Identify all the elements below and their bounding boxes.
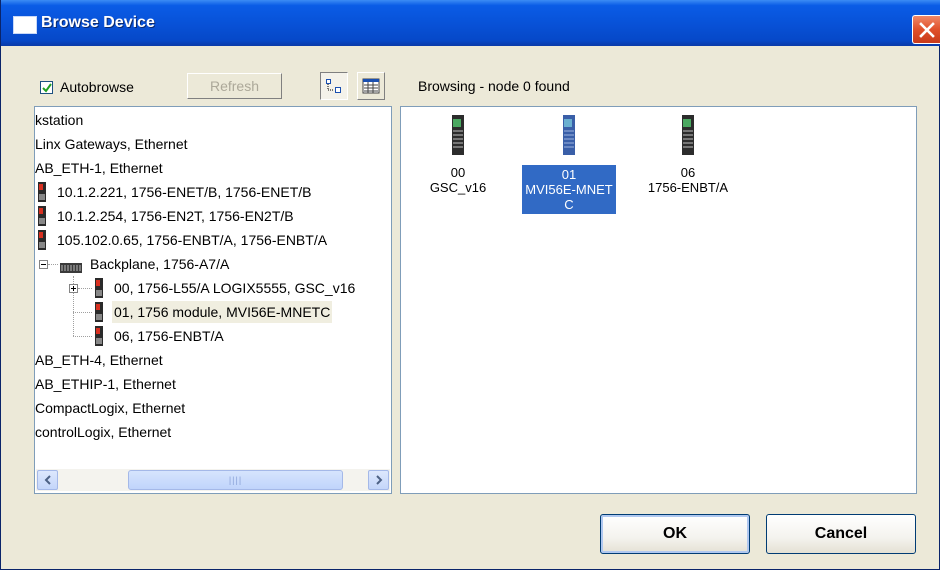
scroll-thumb[interactable]: |||| [128, 470, 343, 490]
scroll-right-button[interactable] [368, 470, 389, 490]
browse-status: Browsing - node 0 found [418, 78, 570, 94]
device-name: MVI56E-MNET [525, 182, 613, 197]
window-title: Browse Device [41, 14, 155, 31]
horizontal-scrollbar[interactable]: |||| [36, 469, 390, 491]
close-button[interactable] [912, 15, 940, 44]
autobrowse-checkbox[interactable]: Autobrowse [40, 77, 134, 97]
tree-connector [73, 336, 92, 337]
chevron-right-icon [375, 475, 382, 485]
device-tree[interactable]: kstation Linx Gateways, Ethernet AB_ETH-… [34, 106, 392, 494]
device-tile[interactable]: 06 1756-ENBT/A [633, 115, 743, 195]
tree-view-button[interactable] [320, 72, 348, 100]
device-icon [37, 230, 47, 250]
checkbox-box[interactable] [40, 80, 53, 94]
checkmark-icon [42, 82, 52, 93]
tree-item[interactable]: 06, 1756-ENBT/A [94, 325, 226, 347]
device-icon [37, 182, 47, 202]
ok-button[interactable]: OK [600, 514, 750, 554]
close-icon [919, 22, 935, 38]
window-icon [13, 16, 37, 34]
selected-caption: 01 MVI56E-MNET C [522, 165, 616, 214]
browse-device-dialog: Browse Device Autobrowse Refresh Browsin… [0, 0, 940, 570]
tree-item[interactable]: Linx Gateways, Ethernet [35, 133, 190, 155]
device-icon [94, 278, 104, 298]
chevron-left-icon [44, 475, 51, 485]
tree-item[interactable]: kstation [35, 109, 85, 131]
device-slot: 06 [680, 165, 696, 180]
title-bar[interactable]: Browse Device [1, 0, 940, 46]
tree-item[interactable]: CompactLogix, Ethernet [35, 397, 187, 419]
device-icon [94, 302, 104, 322]
device-tile-selected[interactable]: 01 MVI56E-MNET C [514, 115, 624, 214]
tree-item-selected[interactable]: 01, 1756 module, MVI56E-MNETC [94, 301, 333, 323]
list-view-icon [362, 78, 380, 94]
tree-item[interactable]: 105.102.0.65, 1756-ENBT/A, 1756-ENBT/A [37, 229, 329, 251]
collapse-icon[interactable] [39, 260, 48, 269]
scroll-left-button[interactable] [37, 470, 58, 490]
tree-item[interactable]: AB_ETH-4, Ethernet [35, 349, 165, 371]
tree-item[interactable]: 10.1.2.221, 1756-ENET/B, 1756-ENET/B [37, 181, 313, 203]
tree-view-icon [326, 79, 341, 93]
tree-item[interactable]: AB_ETHIP-1, Ethernet [35, 373, 178, 395]
device-slot: 00 [450, 165, 466, 180]
device-icon [94, 326, 104, 346]
tree-item[interactable]: controlLogix, Ethernet [35, 421, 173, 443]
tree-item[interactable]: AB_ETH-1, Ethernet [35, 157, 165, 179]
expand-icon[interactable] [69, 284, 78, 293]
device-icon [37, 206, 47, 226]
tree-connector [78, 288, 92, 289]
cancel-button[interactable]: Cancel [766, 514, 916, 554]
backplane-icon [60, 258, 82, 273]
device-name: 1756-ENBT/A [647, 180, 729, 195]
autobrowse-label: Autobrowse [60, 79, 134, 95]
tree-item[interactable]: 10.1.2.254, 1756-EN2T, 1756-EN2T/B [37, 205, 296, 227]
device-icon-view[interactable]: 00 GSC_v16 01 MVI56E-MNET C 06 1756-ENBT… [400, 106, 917, 494]
device-name: GSC_v16 [429, 180, 487, 195]
tree-connector [48, 264, 58, 265]
refresh-button[interactable]: Refresh [187, 73, 282, 99]
module-icon [561, 115, 577, 155]
tree-item[interactable]: 00, 1756-L55/A LOGIX5555, GSC_v16 [94, 277, 357, 299]
list-view-button[interactable] [357, 72, 385, 100]
tree-item-backplane[interactable]: Backplane, 1756-A7/A [60, 253, 231, 275]
device-tile[interactable]: 00 GSC_v16 [403, 115, 513, 195]
tree-connector [73, 312, 92, 313]
module-icon [680, 115, 696, 155]
module-icon [450, 115, 466, 155]
device-slot: 01 [561, 167, 577, 182]
device-name-wrap: C [564, 197, 574, 212]
